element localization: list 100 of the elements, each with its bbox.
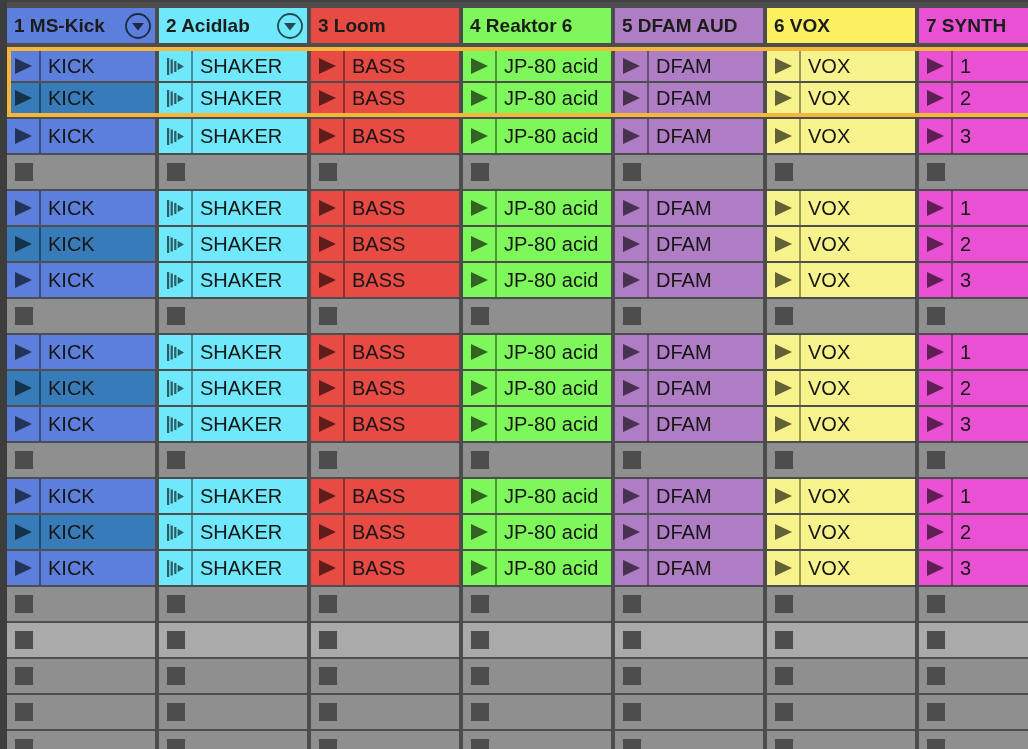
clip-slot[interactable]: KICK xyxy=(7,551,155,585)
empty-slot[interactable] xyxy=(159,695,307,729)
clip-slot[interactable]: JP-80 acid xyxy=(463,263,611,297)
clip-slot[interactable]: DFAM xyxy=(615,83,763,113)
empty-slot[interactable] xyxy=(767,443,915,477)
clip-slot[interactable]: BASS xyxy=(311,83,459,113)
clip-slot[interactable]: DFAM xyxy=(615,515,763,549)
clip-slot[interactable]: VOX xyxy=(767,191,915,225)
clip-slot[interactable]: 1 xyxy=(919,335,1028,369)
clip-slot[interactable]: BASS xyxy=(311,119,459,153)
clip-slot[interactable]: BASS xyxy=(311,551,459,585)
clip-slot[interactable]: DFAM xyxy=(615,51,763,81)
empty-slot[interactable] xyxy=(463,695,611,729)
empty-slot[interactable] xyxy=(311,659,459,693)
clip-slot[interactable]: 3 xyxy=(919,263,1028,297)
clip-slot[interactable]: JP-80 acid xyxy=(463,51,611,81)
clip-slot[interactable]: VOX xyxy=(767,407,915,441)
empty-slot[interactable] xyxy=(615,587,763,621)
empty-slot[interactable] xyxy=(919,155,1028,189)
empty-slot[interactable] xyxy=(919,587,1028,621)
clip-slot[interactable]: KICK xyxy=(7,479,155,513)
empty-slot[interactable] xyxy=(311,695,459,729)
clip-slot[interactable]: 2 xyxy=(919,515,1028,549)
clip-slot[interactable]: SHAKER xyxy=(159,551,307,585)
clip-slot[interactable]: SHAKER xyxy=(159,407,307,441)
empty-slot[interactable] xyxy=(7,155,155,189)
empty-slot[interactable] xyxy=(615,623,763,657)
clip-slot[interactable]: VOX xyxy=(767,551,915,585)
track-header[interactable]: 1 MS-Kick xyxy=(7,8,155,43)
clip-slot[interactable]: 1 xyxy=(919,191,1028,225)
empty-slot[interactable] xyxy=(919,299,1028,333)
clip-slot[interactable]: SHAKER xyxy=(159,335,307,369)
empty-slot[interactable] xyxy=(767,695,915,729)
clip-slot[interactable]: 3 xyxy=(919,119,1028,153)
clip-slot[interactable]: JP-80 acid xyxy=(463,335,611,369)
clip-slot[interactable]: SHAKER xyxy=(159,83,307,113)
empty-slot[interactable] xyxy=(615,443,763,477)
clip-slot[interactable]: VOX xyxy=(767,479,915,513)
clip-slot[interactable]: SHAKER xyxy=(159,51,307,81)
track-header[interactable]: 3 Loom xyxy=(311,8,459,43)
clip-slot[interactable]: BASS xyxy=(311,191,459,225)
clip-slot[interactable]: 1 xyxy=(919,51,1028,81)
clip-slot[interactable]: KICK xyxy=(7,227,155,261)
clip-slot[interactable]: VOX xyxy=(767,371,915,405)
empty-slot[interactable] xyxy=(463,623,611,657)
clip-slot[interactable]: KICK xyxy=(7,191,155,225)
clip-slot[interactable]: SHAKER xyxy=(159,227,307,261)
clip-slot[interactable]: DFAM xyxy=(615,191,763,225)
empty-slot[interactable] xyxy=(159,299,307,333)
empty-slot[interactable] xyxy=(615,659,763,693)
clip-slot[interactable]: JP-80 acid xyxy=(463,191,611,225)
clip-slot[interactable]: 2 xyxy=(919,227,1028,261)
clip-slot[interactable]: VOX xyxy=(767,335,915,369)
track-header[interactable]: 2 Acidlab xyxy=(159,8,307,43)
clip-slot[interactable]: JP-80 acid xyxy=(463,515,611,549)
empty-slot[interactable] xyxy=(159,623,307,657)
clip-slot[interactable]: BASS xyxy=(311,407,459,441)
clip-slot[interactable]: JP-80 acid xyxy=(463,371,611,405)
clip-slot[interactable]: 2 xyxy=(919,83,1028,113)
clip-slot[interactable]: SHAKER xyxy=(159,191,307,225)
empty-slot[interactable] xyxy=(159,659,307,693)
empty-slot[interactable] xyxy=(767,155,915,189)
clip-slot[interactable]: 1 xyxy=(919,479,1028,513)
clip-slot[interactable]: DFAM xyxy=(615,551,763,585)
clip-slot[interactable]: DFAM xyxy=(615,263,763,297)
empty-slot[interactable] xyxy=(767,299,915,333)
empty-slot[interactable] xyxy=(311,155,459,189)
clip-slot[interactable]: KICK xyxy=(11,51,155,81)
clip-slot[interactable]: VOX xyxy=(767,263,915,297)
empty-slot[interactable] xyxy=(463,587,611,621)
clip-slot[interactable]: 3 xyxy=(919,407,1028,441)
clip-slot[interactable]: BASS xyxy=(311,263,459,297)
clip-slot[interactable]: BASS xyxy=(311,515,459,549)
empty-slot[interactable] xyxy=(7,443,155,477)
empty-slot[interactable] xyxy=(919,623,1028,657)
empty-slot[interactable] xyxy=(311,587,459,621)
empty-slot[interactable] xyxy=(767,659,915,693)
clip-slot[interactable]: SHAKER xyxy=(159,479,307,513)
clip-slot[interactable]: SHAKER xyxy=(159,515,307,549)
clip-slot[interactable]: JP-80 acid xyxy=(463,479,611,513)
clip-slot[interactable]: DFAM xyxy=(615,479,763,513)
empty-slot[interactable] xyxy=(7,623,155,657)
empty-slot[interactable] xyxy=(463,299,611,333)
clip-slot[interactable]: DFAM xyxy=(615,335,763,369)
empty-slot[interactable] xyxy=(7,695,155,729)
clip-slot[interactable]: JP-80 acid xyxy=(463,407,611,441)
empty-slot[interactable] xyxy=(7,659,155,693)
clip-slot[interactable]: KICK xyxy=(7,119,155,153)
clip-slot[interactable]: KICK xyxy=(7,335,155,369)
empty-slot[interactable] xyxy=(463,443,611,477)
clip-slot[interactable]: BASS xyxy=(311,371,459,405)
track-header[interactable]: 5 DFAM AUD xyxy=(615,8,763,43)
clip-slot[interactable]: SHAKER xyxy=(159,371,307,405)
empty-slot[interactable] xyxy=(311,623,459,657)
clip-slot[interactable]: JP-80 acid xyxy=(463,83,611,113)
empty-slot[interactable] xyxy=(767,623,915,657)
clip-slot[interactable]: JP-80 acid xyxy=(463,119,611,153)
clip-slot[interactable]: KICK xyxy=(7,371,155,405)
empty-slot[interactable] xyxy=(615,155,763,189)
clip-slot[interactable]: JP-80 acid xyxy=(463,227,611,261)
